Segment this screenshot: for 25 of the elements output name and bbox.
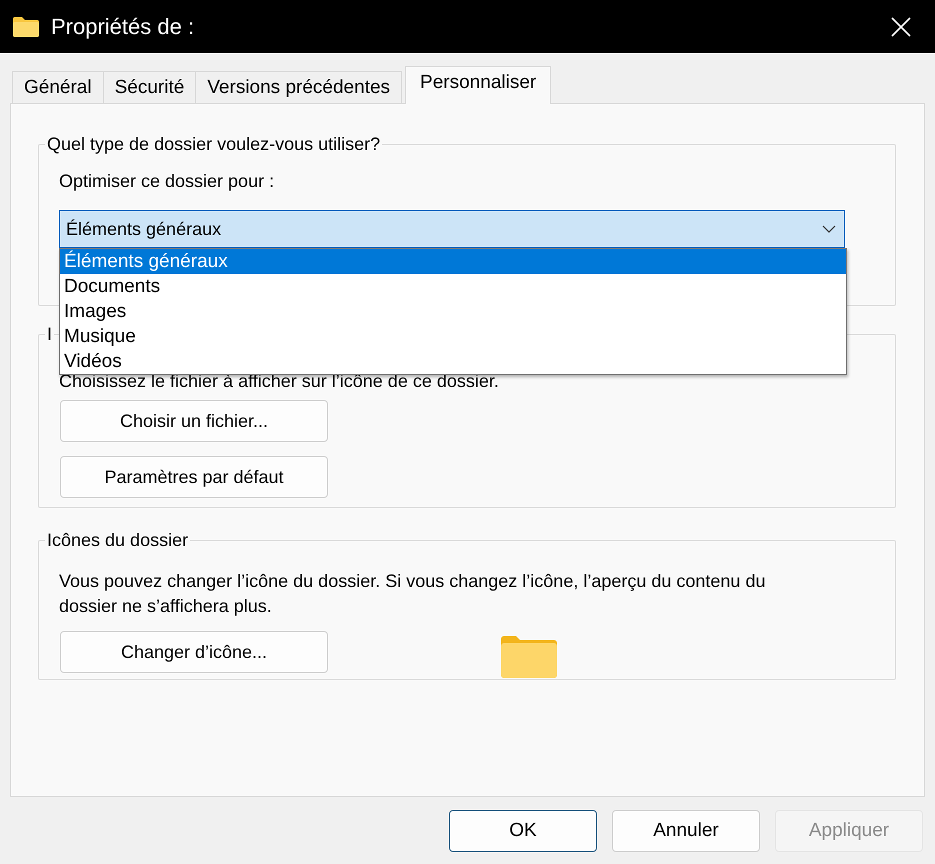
close-icon (891, 16, 911, 36)
dialog-button[interactable]: OK (449, 810, 597, 852)
dropdown-option[interactable]: Images (60, 299, 846, 324)
folder-type-dropdown[interactable]: Éléments généraux (59, 210, 845, 248)
dropdown-option[interactable]: Musique (60, 324, 846, 349)
folder-icon (12, 16, 40, 38)
tab[interactable]: Personnaliser (405, 66, 552, 104)
action-button[interactable]: Choisir un fichier... (60, 400, 328, 442)
description-text: Choisissez le fichier à afficher sur l’icône de ce dossier. (59, 371, 499, 392)
chevron-down-icon (822, 225, 836, 233)
dropdown-option[interactable]: Vidéos (60, 349, 846, 374)
dropdown-option[interactable]: Documents (60, 274, 846, 299)
action-button[interactable]: Paramètres par défaut (60, 456, 328, 498)
group-title: Quel type de dossier voulez-vous utiliser? (46, 134, 382, 155)
tab[interactable]: Général (12, 71, 104, 103)
window-title: Propriétés de : (51, 14, 196, 40)
dialog-button[interactable]: Annuler (612, 810, 760, 852)
description-text: Vous pouvez changer l’icône du dossier. Si vous changez l’icône, l’aperçu du contenu du dossier ne s’affichera plus. (59, 570, 766, 618)
dropdown-option[interactable]: Éléments généraux (60, 249, 846, 274)
change-icon-button[interactable]: Changer d’icône... (60, 631, 328, 673)
group-title: I (46, 324, 54, 345)
folder-icon (500, 635, 558, 679)
group-title: Icônes du dossier (46, 530, 190, 551)
field-label: Optimiser ce dossier pour : (59, 171, 276, 192)
tab[interactable]: Versions précédentes (195, 71, 402, 103)
